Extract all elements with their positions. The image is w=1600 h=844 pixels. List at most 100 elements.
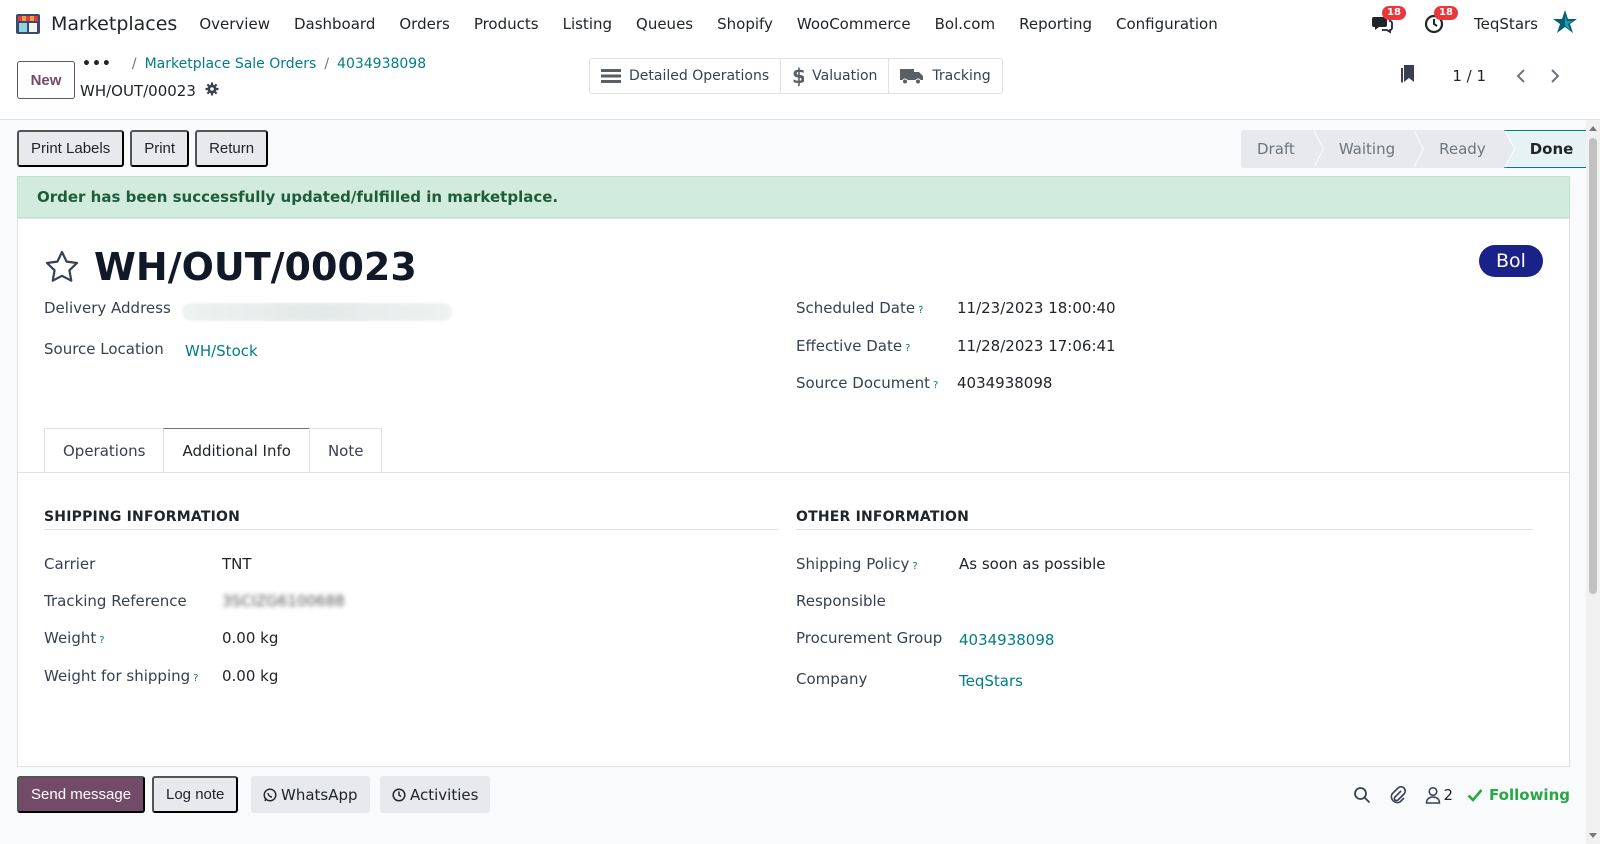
chatter-bar: Send message Log note WhatsApp Activitie… [17, 776, 1570, 814]
chatter-tools: 2 Following [1335, 776, 1570, 813]
weight-for-shipping-value[interactable]: 0.00 kg [222, 667, 278, 685]
weight-field: Weight? 0.00 kg [44, 629, 278, 647]
tab-divider [18, 472, 1569, 473]
shipping-policy-label: Shipping Policy [796, 555, 910, 573]
procurement-group-value[interactable]: 4034938098 [959, 631, 1054, 649]
help-mark[interactable]: ? [99, 635, 104, 646]
whatsapp-button[interactable]: WhatsApp [251, 776, 370, 813]
print-labels-button[interactable]: Print Labels [17, 130, 125, 167]
company-value[interactable]: TeqStars [959, 672, 1023, 690]
menu-shopify[interactable]: Shopify [717, 15, 773, 33]
status-stages: Draft Waiting Ready Done [1241, 130, 1593, 168]
pager-value[interactable]: 1 / 1 [1452, 67, 1486, 85]
activities-label: Activities [410, 785, 479, 804]
menu-reporting[interactable]: Reporting [1019, 15, 1092, 33]
effective-date-field: Effective Date? 11/28/2023 17:06:41 [796, 337, 1116, 355]
help-mark[interactable]: ? [905, 343, 910, 354]
breadcrumb-more[interactable]: ••• [82, 56, 112, 72]
company-switcher[interactable]: TeqStars [1474, 15, 1538, 33]
source-location-label: Source Location [44, 340, 164, 358]
menu-products[interactable]: Products [474, 15, 539, 33]
breadcrumb-sale-orders[interactable]: Marketplace Sale Orders [145, 56, 317, 72]
smart-buttons: Detailed Operations $ Valuation Tracking [589, 58, 1003, 94]
svg-text:$: $ [792, 65, 804, 87]
send-message-button[interactable]: Send message [17, 776, 146, 813]
delivery-address-field: Delivery Address [44, 299, 171, 317]
tracking-button[interactable]: Tracking [889, 59, 1001, 93]
log-note-button[interactable]: Log note [152, 776, 239, 813]
activities-button[interactable]: Activities [380, 776, 491, 813]
shipping-policy-value[interactable]: As soon as possible [959, 555, 1105, 573]
source-location-value[interactable]: WH/Stock [185, 342, 258, 360]
stage-ready[interactable]: Ready [1413, 130, 1515, 168]
stage-draft[interactable]: Draft [1241, 130, 1324, 168]
company-label: Company [796, 670, 868, 688]
pager-next-icon[interactable] [1538, 60, 1572, 92]
app-title[interactable]: Marketplaces [51, 13, 177, 35]
delivery-address-value-redacted[interactable] [182, 303, 452, 321]
gear-icon[interactable] [205, 82, 219, 100]
scroll-up-arrow-icon[interactable] [1589, 126, 1597, 131]
tracking-reference-label: Tracking Reference [44, 592, 187, 610]
messages-icon[interactable]: 18 [1370, 6, 1406, 36]
weight-label: Weight [44, 629, 97, 647]
help-mark[interactable]: ? [193, 673, 198, 684]
tab-additional-info[interactable]: Additional Info [163, 428, 310, 472]
pager-previous-icon[interactable] [1504, 60, 1538, 92]
stage-done[interactable]: Done [1503, 130, 1593, 168]
following-button[interactable]: Following [1467, 786, 1570, 804]
paperclip-icon[interactable] [1389, 785, 1407, 804]
menu-overview[interactable]: Overview [199, 15, 270, 33]
stage-done-label: Done [1529, 140, 1574, 158]
breadcrumb-order-number[interactable]: 4034938098 [337, 56, 426, 72]
help-mark[interactable]: ? [918, 305, 923, 316]
breadcrumb: ••• / Marketplace Sale Orders / 40349380… [82, 56, 426, 72]
activities-clock-icon[interactable]: 18 [1422, 6, 1458, 36]
record-title: WH/OUT/00023 [94, 245, 417, 289]
menu-listing[interactable]: Listing [563, 15, 612, 33]
bookmark-icon[interactable] [1400, 64, 1416, 88]
followers-button[interactable]: 2 [1425, 785, 1454, 804]
header-actions: Print Labels Print Return [17, 130, 274, 167]
followers-count: 2 [1443, 785, 1454, 804]
pager: 1 / 1 [1400, 60, 1600, 92]
favorite-star-icon[interactable] [44, 249, 80, 285]
menu-queues[interactable]: Queues [636, 15, 693, 33]
menu-orders[interactable]: Orders [399, 15, 449, 33]
other-information-heading: OTHER INFORMATION [796, 509, 970, 525]
print-button[interactable]: Print [130, 130, 190, 167]
page-scrollbar[interactable] [1586, 120, 1600, 844]
valuation-button[interactable]: $ Valuation [781, 59, 890, 93]
menu-configuration[interactable]: Configuration [1116, 15, 1218, 33]
menu-woocommerce[interactable]: WooCommerce [797, 15, 911, 33]
source-document-label: Source Document [796, 374, 930, 392]
help-mark[interactable]: ? [933, 380, 938, 391]
scrollbar-thumb[interactable] [1589, 138, 1597, 594]
menu-dashboard[interactable]: Dashboard [294, 15, 375, 33]
clock-icon [392, 787, 406, 802]
source-document-field: Source Document? 4034938098 [796, 374, 1052, 392]
scheduled-date-field: Scheduled Date? 11/23/2023 18:00:40 [796, 299, 1116, 317]
scroll-down-arrow-icon[interactable] [1589, 833, 1597, 838]
whatsapp-icon [263, 787, 277, 802]
search-icon[interactable] [1353, 786, 1371, 804]
procurement-group-field: Procurement Group 4034938098 [796, 629, 1054, 649]
carrier-value[interactable]: TNT [222, 555, 252, 573]
record-name: WH/OUT/00023 [80, 82, 219, 100]
detailed-operations-button[interactable]: Detailed Operations [590, 59, 782, 93]
marketplace-app-icon[interactable] [14, 10, 42, 38]
source-document-value[interactable]: 4034938098 [957, 374, 1052, 392]
menu-bolcom[interactable]: Bol.com [935, 15, 995, 33]
help-mark[interactable]: ? [912, 561, 917, 572]
check-icon [1467, 788, 1483, 802]
tab-operations[interactable]: Operations [44, 428, 165, 472]
new-button[interactable]: New [17, 61, 75, 99]
tracking-reference-value[interactable]: 3SCIZG6100688 [222, 592, 345, 610]
stage-waiting[interactable]: Waiting [1312, 130, 1425, 168]
user-avatar-star-icon[interactable] [1552, 9, 1578, 39]
top-navbar: Marketplaces Overview Dashboard Orders P… [0, 0, 1600, 48]
scheduled-date-value[interactable]: 11/23/2023 18:00:40 [957, 299, 1116, 317]
source-location-field: Source Location WH/Stock [44, 340, 258, 360]
return-button[interactable]: Return [195, 130, 269, 167]
tab-note[interactable]: Note [308, 428, 383, 472]
